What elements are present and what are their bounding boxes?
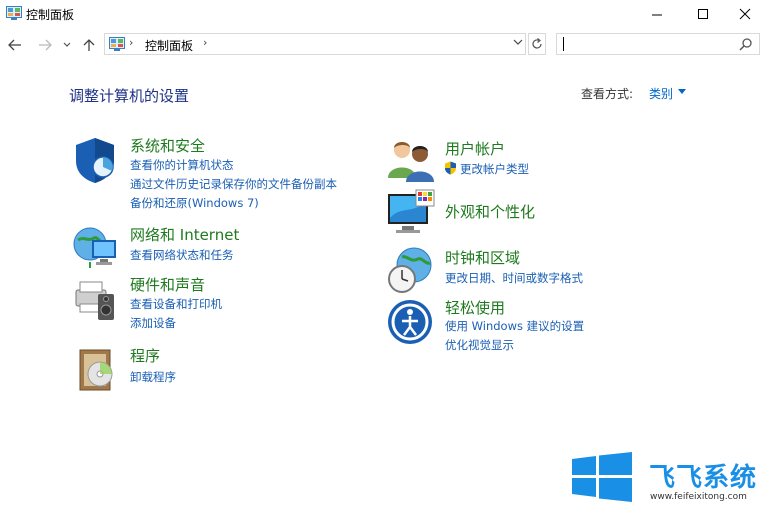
minimize-button[interactable] (634, 0, 680, 28)
category-appearance-personalization[interactable]: 外观和个性化 (445, 201, 535, 222)
category-clock-region[interactable]: 时钟和区域 (445, 247, 520, 268)
link-view-computer-status[interactable]: 查看你的计算机状态 (130, 157, 234, 173)
view-by-dropdown[interactable]: 类别 (649, 85, 673, 102)
title-bar: 控制面板 (0, 0, 768, 28)
close-button[interactable] (722, 0, 768, 28)
control-panel-icon (109, 37, 125, 51)
watermark-brand: 飞飞系统 (649, 463, 758, 493)
link-add-device[interactable]: 添加设备 (130, 315, 176, 331)
link-file-history[interactable]: 通过文件历史记录保存你的文件备份副本 (130, 176, 337, 192)
chevron-down-icon (513, 39, 523, 45)
close-icon (739, 8, 751, 20)
clock-globe-icon[interactable] (386, 245, 436, 295)
back-button[interactable] (6, 36, 24, 54)
recent-locations-button[interactable] (61, 36, 73, 54)
link-optimize-visual-display[interactable]: 优化视觉显示 (445, 337, 514, 353)
chevron-down-icon (63, 42, 71, 47)
chevron-right-icon[interactable]: › (129, 36, 133, 49)
window-title: 控制面板 (26, 8, 75, 22)
link-change-date-time-format[interactable]: 更改日期、时间或数字格式 (445, 270, 583, 286)
arrow-up-icon (83, 39, 95, 51)
view-by-label: 查看方式: (581, 87, 634, 101)
category-system-security[interactable]: 系统和安全 (130, 135, 205, 156)
maximize-button[interactable] (680, 0, 726, 28)
appearance-monitor-icon[interactable] (386, 188, 436, 238)
link-devices-printers[interactable]: 查看设备和打印机 (130, 296, 222, 312)
printer-speaker-icon[interactable] (70, 274, 120, 324)
category-network-internet[interactable]: 网络和 Internet (130, 224, 239, 245)
control-panel-icon (6, 6, 22, 20)
category-hardware-sound[interactable]: 硬件和声音 (130, 274, 205, 295)
watermark-url: www.feifeixitong.com (650, 492, 747, 502)
security-shield-icon[interactable] (70, 135, 120, 185)
link-backup-restore[interactable]: 备份和还原(Windows 7) (130, 195, 259, 211)
user-accounts-icon[interactable] (386, 136, 436, 186)
address-dropdown-button[interactable] (513, 36, 523, 49)
windows-logo-icon (572, 452, 632, 502)
uac-shield-icon (445, 161, 456, 175)
chevron-right-icon[interactable]: › (203, 36, 207, 49)
refresh-icon (532, 38, 542, 49)
category-ease-of-access[interactable]: 轻松使用 (445, 297, 505, 318)
arrow-right-icon (39, 39, 52, 51)
refresh-button[interactable] (528, 33, 546, 55)
page-title: 调整计算机的设置 (69, 87, 190, 105)
link-uninstall-program[interactable]: 卸载程序 (130, 369, 176, 385)
forward-button[interactable] (36, 36, 54, 54)
breadcrumb-control-panel[interactable]: 控制面板 (145, 37, 193, 54)
search-icon[interactable] (739, 37, 753, 51)
dropdown-arrow-icon[interactable] (678, 89, 686, 94)
text-caret (563, 37, 564, 51)
search-input[interactable] (556, 33, 760, 55)
up-button[interactable] (80, 36, 98, 54)
minimize-icon (651, 14, 662, 15)
link-change-account-type[interactable]: 更改帐户类型 (460, 161, 529, 177)
category-user-accounts[interactable]: 用户帐户 (445, 138, 505, 159)
category-programs[interactable]: 程序 (130, 345, 160, 366)
maximize-icon (697, 8, 708, 19)
arrow-left-icon (8, 39, 21, 51)
address-bar[interactable]: › 控制面板 › (104, 33, 526, 55)
programs-box-icon[interactable] (72, 344, 122, 394)
link-network-status[interactable]: 查看网络状态和任务 (130, 247, 234, 263)
link-windows-recommended-settings[interactable]: 使用 Windows 建议的设置 (445, 318, 584, 334)
ease-of-access-icon[interactable] (386, 297, 436, 347)
network-globe-icon[interactable] (70, 222, 120, 272)
